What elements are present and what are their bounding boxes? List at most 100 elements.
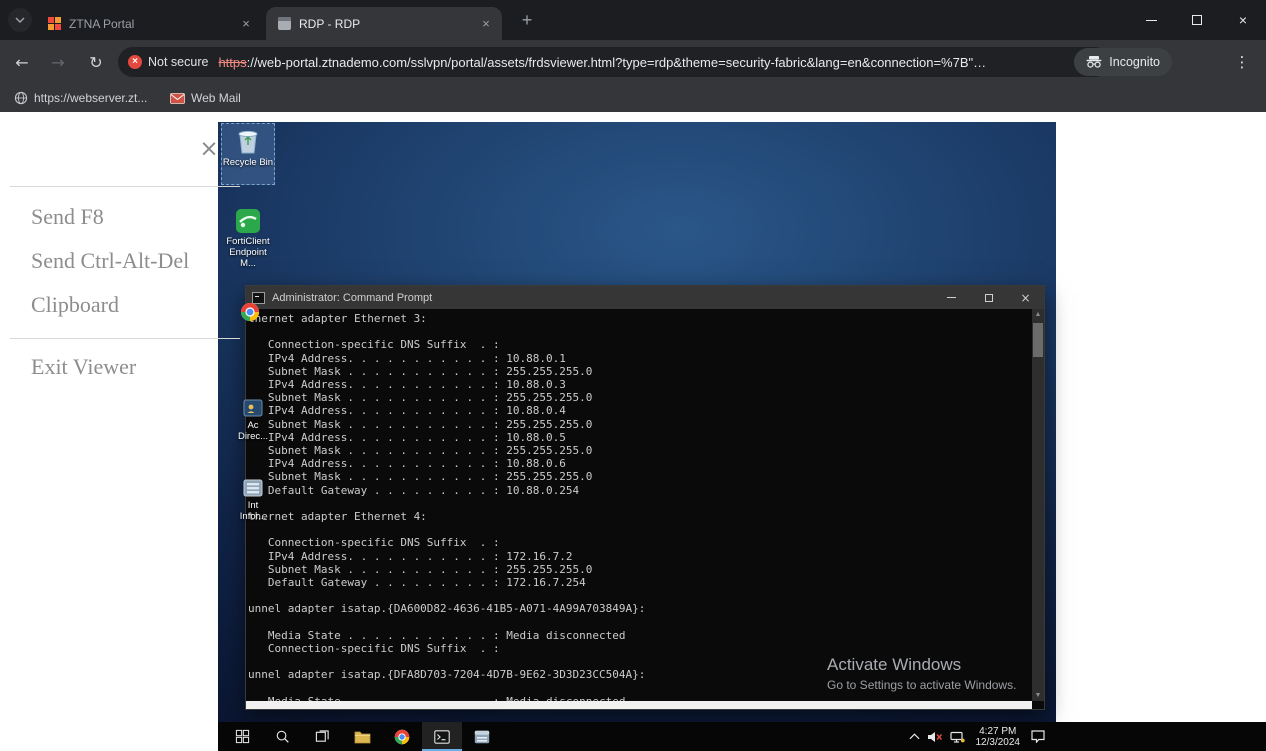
cmd-output-area[interactable]: thernet adapter Ethernet 3: Connection-s… — [246, 309, 1044, 701]
cmd-output-text: thernet adapter Ethernet 3: Connection-s… — [248, 312, 645, 701]
maximize-icon — [1192, 15, 1202, 25]
action-center-button[interactable] — [1031, 722, 1045, 751]
desktop-icon-label: FortiClient Endpoint M... — [221, 236, 275, 269]
tab-search-button[interactable] — [8, 8, 32, 32]
chevron-down-icon — [15, 17, 25, 23]
windows-logo-icon — [235, 729, 250, 744]
window-close-button[interactable]: × — [1220, 0, 1266, 40]
viewer-menu-close-button[interactable]: × — [196, 136, 222, 162]
window-controls: × — [1128, 0, 1266, 40]
url-rest: ://web-portal.ztnademo.com/sslvpn/portal… — [247, 55, 986, 70]
server-manager-icon — [474, 730, 490, 744]
activate-windows-subtext: Go to Settings to activate Windows. — [827, 678, 1016, 692]
taskbar-clock[interactable]: 4:27 PM 12/3/2024 — [972, 726, 1025, 748]
bookmark-webserver[interactable]: https://webserver.zt... — [8, 87, 153, 109]
menu-divider — [10, 338, 240, 339]
desktop-icon-forticlient[interactable]: FortiClient Endpoint M... — [221, 208, 275, 269]
server-manager-button[interactable] — [462, 722, 502, 751]
desktop-icon-recycle-bin[interactable]: Recycle Bin — [221, 123, 275, 185]
tab-rdp[interactable]: RDP - RDP × — [266, 7, 502, 40]
tab-strip: ZTNA Portal × RDP - RDP × + × — [0, 0, 1266, 40]
cmd-title-bar[interactable]: Administrator: Command Prompt × — [246, 286, 1044, 309]
activate-windows-watermark: Activate Windows — [827, 655, 961, 675]
directory-app-icon — [243, 398, 263, 418]
desktop-icon-label: Ac Direc... — [232, 420, 274, 442]
rdp-canvas[interactable]: Administrator: Command Prompt × thernet … — [218, 122, 1056, 722]
bookmarks-bar: https://webserver.zt... Web Mail — [0, 84, 1266, 112]
recycle-bin-icon — [235, 127, 261, 155]
menu-item-exit-viewer[interactable]: Exit Viewer — [31, 354, 136, 380]
file-explorer-button[interactable] — [342, 722, 382, 751]
scroll-up-icon[interactable]: ▲ — [1032, 309, 1044, 320]
tray-expand-button[interactable] — [909, 722, 920, 751]
tab-close-icon[interactable]: × — [478, 16, 494, 32]
cmd-horizontal-scrollbar[interactable] — [246, 701, 1032, 709]
back-button[interactable]: ← — [8, 48, 36, 76]
window-maximize-button[interactable] — [1174, 0, 1220, 40]
browser-app-icon — [240, 302, 260, 322]
forward-button[interactable]: → — [44, 48, 72, 76]
chrome-icon — [394, 729, 410, 745]
clock-date: 12/3/2024 — [976, 737, 1021, 748]
clock-time: 4:27 PM — [976, 726, 1021, 737]
desktop-icon-partial-2[interactable]: Ac Direc... — [232, 398, 274, 442]
chevron-up-icon — [909, 733, 920, 740]
cmd-taskbar-button[interactable] — [422, 722, 462, 751]
tab-close-icon[interactable]: × — [238, 16, 254, 32]
cmd-vertical-scrollbar[interactable]: ▲ ▼ — [1032, 309, 1044, 701]
speaker-muted-icon — [927, 731, 943, 743]
minimize-icon — [1146, 20, 1157, 21]
new-tab-button[interactable]: + — [516, 10, 538, 32]
browser-toolbar: ← → ↻ × Not secure https://web-portal.zt… — [0, 40, 1266, 84]
desktop-icon-label: Int Infor... — [232, 500, 274, 522]
close-icon: × — [1020, 291, 1030, 305]
address-bar[interactable]: × Not secure https://web-portal.ztnademo… — [118, 47, 1110, 77]
menu-item-clipboard[interactable]: Clipboard — [31, 292, 119, 318]
reload-button[interactable]: ↻ — [82, 48, 110, 76]
tab-ztna-portal[interactable]: ZTNA Portal × — [36, 7, 262, 40]
incognito-badge: Incognito — [1074, 48, 1172, 76]
ztna-portal-favicon — [48, 17, 61, 30]
scroll-down-icon[interactable]: ▼ — [1032, 690, 1044, 701]
search-icon — [275, 729, 290, 744]
cmd-minimize-button[interactable] — [933, 286, 970, 309]
start-button[interactable] — [222, 722, 262, 751]
cmd-close-button[interactable]: × — [1007, 286, 1044, 309]
desktop-icon-label: Recycle Bin — [222, 157, 274, 168]
action-center-icon — [1031, 730, 1045, 743]
globe-icon — [14, 91, 28, 105]
bookmark-web-mail[interactable]: Web Mail — [164, 87, 247, 109]
menu-item-send-f8[interactable]: Send F8 — [31, 204, 104, 230]
chrome-button[interactable] — [382, 722, 422, 751]
minimize-icon — [947, 297, 956, 298]
system-tray: 4:27 PM 12/3/2024 — [909, 722, 1046, 751]
remote-taskbar: 4:27 PM 12/3/2024 — [218, 722, 1266, 751]
tab-title: RDP - RDP — [299, 17, 478, 31]
network-status-button[interactable] — [950, 722, 965, 751]
cmd-window[interactable]: Administrator: Command Prompt × thernet … — [245, 285, 1045, 710]
bookmark-label: Web Mail — [191, 91, 241, 105]
not-secure-icon: × — [128, 55, 142, 69]
menu-item-send-ctrl-alt-del[interactable]: Send Ctrl-Alt-Del — [31, 248, 189, 274]
browser-menu-button[interactable]: ⋮ — [1228, 48, 1256, 76]
task-view-button[interactable] — [302, 722, 342, 751]
cmd-maximize-button[interactable] — [970, 286, 1007, 309]
url-scheme: https — [218, 55, 246, 70]
incognito-icon — [1086, 56, 1102, 68]
security-chip-label: Not secure — [148, 55, 208, 69]
task-view-icon — [315, 729, 330, 744]
desktop-icon-partial-3[interactable]: Int Infor... — [232, 478, 274, 522]
incognito-label: Incognito — [1109, 55, 1160, 69]
security-chip[interactable]: × Not secure — [128, 55, 208, 69]
bookmark-label: https://webserver.zt... — [34, 91, 147, 105]
window-minimize-button[interactable] — [1128, 0, 1174, 40]
scrollbar-thumb[interactable] — [1033, 323, 1043, 357]
maximize-icon — [985, 294, 993, 302]
browser-window: ZTNA Portal × RDP - RDP × + × ← → ↻ × No… — [0, 0, 1266, 751]
taskbar-search-button[interactable] — [262, 722, 302, 751]
url-text: https://web-portal.ztnademo.com/sslvpn/p… — [218, 55, 1078, 70]
volume-muted-button[interactable] — [927, 722, 943, 751]
desktop-icon-partial-1[interactable] — [230, 302, 270, 324]
tab-title: ZTNA Portal — [69, 17, 238, 31]
forticlient-icon — [235, 208, 261, 234]
